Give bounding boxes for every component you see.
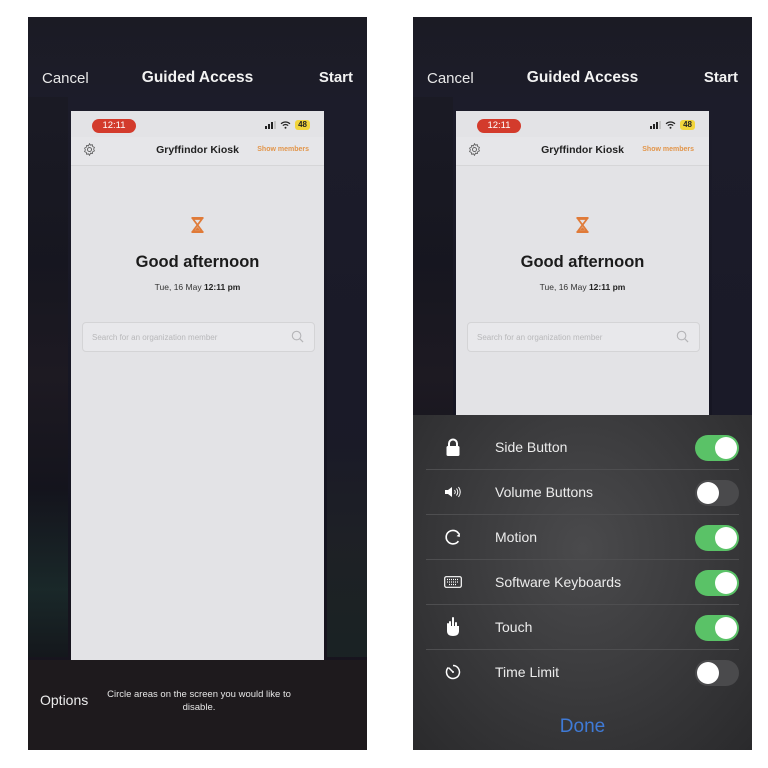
rotate-icon — [444, 528, 462, 546]
option-label: Touch — [495, 619, 533, 635]
option-label: Side Button — [495, 439, 568, 455]
cellular-signal-icon — [650, 121, 662, 129]
status-time-pill: 12:11 — [92, 119, 136, 133]
option-row-motion: Motion — [426, 515, 739, 560]
search-icon[interactable] — [676, 330, 689, 343]
date-text: Tue, 16 May — [154, 282, 202, 292]
page-title: Guided Access — [141, 69, 254, 86]
member-search-field[interactable] — [82, 322, 315, 352]
toggle-knob — [697, 662, 719, 684]
battery-indicator: 48 — [680, 120, 695, 130]
keyboard-icon — [444, 573, 462, 591]
software-keyboards-toggle[interactable] — [695, 570, 739, 596]
cellular-signal-icon — [265, 121, 277, 129]
volume-buttons-toggle[interactable] — [695, 480, 739, 506]
start-button[interactable]: Start — [319, 69, 353, 86]
background-building — [28, 97, 68, 657]
side-button-toggle[interactable] — [695, 435, 739, 461]
app-header: Gryffindor Kiosk Show members — [456, 137, 709, 166]
toggle-knob — [715, 527, 737, 549]
show-members-link[interactable]: Show members — [257, 146, 309, 153]
start-button[interactable]: Start — [704, 69, 738, 86]
toggle-knob — [697, 482, 719, 504]
time-text: 12:11 pm — [203, 282, 241, 292]
option-row-volume-buttons: Volume Buttons — [426, 470, 739, 515]
hourglass-icon — [576, 217, 589, 233]
toggle-knob — [715, 437, 737, 459]
date-text: Tue, 16 May — [539, 282, 587, 292]
motion-toggle[interactable] — [695, 525, 739, 551]
toggle-knob — [715, 572, 737, 594]
guided-access-screen-left: Cancel Guided Access Start 12:11 48 Gryf… — [28, 17, 367, 750]
option-label: Time Limit — [495, 664, 560, 680]
background-building — [327, 97, 367, 657]
done-button[interactable]: Done — [413, 716, 752, 738]
status-bar: 12:11 48 — [456, 111, 709, 137]
options-sheet: Side Button Volume Buttons Motion Softwa… — [413, 415, 752, 750]
touch-toggle[interactable] — [695, 615, 739, 641]
app-preview[interactable]: 12:11 48 Gryffindor Kiosk Show members G… — [456, 111, 709, 415]
show-members-link[interactable]: Show members — [642, 146, 694, 153]
option-row-side-button: Side Button — [426, 425, 739, 470]
time-text: 12:11 pm — [588, 282, 626, 292]
timer-icon — [444, 663, 462, 681]
wifi-icon — [665, 121, 676, 129]
hourglass-icon — [191, 217, 204, 233]
option-row-software-keyboards: Software Keyboards — [426, 560, 739, 605]
option-label: Volume Buttons — [495, 484, 594, 500]
status-bar: 12:11 48 — [71, 111, 324, 137]
time-limit-toggle[interactable] — [695, 660, 739, 686]
lock-icon — [444, 438, 462, 456]
circle-areas-hint: Circle areas on the screen you would lik… — [107, 689, 291, 713]
wifi-icon — [280, 121, 291, 129]
status-time-pill: 12:11 — [477, 119, 521, 133]
options-bar: Options Circle areas on the screen you w… — [28, 660, 367, 750]
option-row-time-limit: Time Limit — [426, 650, 739, 694]
page-title: Guided Access — [526, 69, 639, 86]
search-icon[interactable] — [291, 330, 304, 343]
app-header: Gryffindor Kiosk Show members — [71, 137, 324, 166]
date-time-label: Tue, 16 May 12:11 pm — [71, 282, 324, 292]
options-button[interactable]: Options — [40, 692, 88, 708]
toggle-knob — [715, 617, 737, 639]
greeting-heading: Good afternoon — [135, 253, 260, 271]
option-label: Software Keyboards — [495, 574, 622, 590]
hand-touch-icon — [444, 617, 462, 636]
date-time-label: Tue, 16 May 12:11 pm — [456, 282, 709, 292]
greeting-heading: Good afternoon — [520, 253, 645, 271]
option-label: Motion — [495, 529, 538, 545]
speaker-icon — [444, 483, 462, 501]
guided-access-screen-right: Cancel Guided Access Start 12:11 48 Gryf… — [413, 17, 752, 750]
battery-indicator: 48 — [295, 120, 310, 130]
app-preview[interactable]: 12:11 48 Gryffindor Kiosk Show members G… — [71, 111, 324, 660]
option-row-touch: Touch — [426, 605, 739, 650]
guided-access-topbar: Cancel Guided Access Start — [413, 17, 752, 97]
member-search-field[interactable] — [467, 322, 700, 352]
guided-access-topbar: Cancel Guided Access Start — [28, 17, 367, 97]
search-input[interactable] — [92, 323, 282, 351]
search-input[interactable] — [477, 323, 667, 351]
